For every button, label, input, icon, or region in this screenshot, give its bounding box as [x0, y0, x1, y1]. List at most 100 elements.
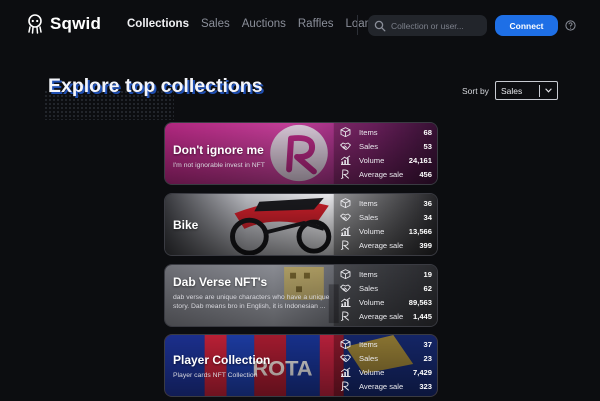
- stat-label: Average sale: [359, 169, 404, 179]
- card-text: Bike: [173, 218, 338, 232]
- stat-label: Items: [359, 198, 378, 208]
- stat-value: 13,566: [408, 226, 432, 236]
- stat-volume: Volume 89,563: [340, 295, 432, 309]
- card-title: Don't ignore me: [173, 143, 264, 157]
- stat-value: 62: [423, 283, 432, 293]
- collection-card[interactable]: Don't ignore me I'm not ignorable invest…: [164, 122, 438, 185]
- stat-value: 7,429: [412, 367, 432, 377]
- cube-icon: [340, 198, 351, 208]
- stat-value: 19: [423, 269, 432, 279]
- reef-icon: [340, 311, 351, 321]
- stat-sales: Sales 34: [340, 210, 432, 224]
- chevron-down-icon: [545, 88, 552, 93]
- stat-items: Items 37: [340, 337, 432, 351]
- sort-value: Sales: [501, 85, 523, 96]
- stat-sales: Sales 62: [340, 281, 432, 295]
- reef-icon: [340, 240, 351, 250]
- stat-value: 323: [419, 381, 432, 391]
- stat-value: 34: [423, 212, 432, 222]
- chart-icon: [340, 155, 351, 165]
- stat-volume: Volume 7,429: [340, 365, 432, 379]
- top-nav: Sqwid Collections Sales Auctions Raffles…: [0, 0, 600, 50]
- stat-label: Average sale: [359, 381, 404, 391]
- card-stats: Items 37 Sales 23 Volume 7,429 Average s…: [340, 337, 432, 393]
- card-text: Dab Verse NFT's dab verse are unique cha…: [173, 275, 338, 311]
- search-icon: [374, 20, 386, 31]
- card-stats: Items 68 Sales 53 Volume 24,161 Average …: [340, 125, 432, 181]
- nav-link-raffles[interactable]: Raffles: [298, 18, 334, 30]
- page-title: Explore top collections: [48, 75, 263, 97]
- brand-name: Sqwid: [50, 14, 102, 33]
- stat-value: 53: [423, 141, 432, 151]
- stat-label: Sales: [359, 353, 378, 363]
- stat-items: Items 36: [340, 196, 432, 210]
- brand[interactable]: Sqwid: [27, 14, 101, 34]
- card-stats: Items 36 Sales 34 Volume 13,566 Average …: [340, 196, 432, 252]
- handshake-icon: [340, 212, 351, 222]
- stat-average: Average sale 399: [340, 238, 432, 252]
- stat-value: 89,563: [408, 297, 432, 307]
- stat-volume: Volume 13,566: [340, 224, 432, 238]
- stat-value: 399: [419, 240, 432, 250]
- stat-label: Average sale: [359, 240, 404, 250]
- stat-label: Volume: [359, 367, 385, 377]
- card-text: Don't ignore me I'm not ignorable invest…: [173, 143, 338, 170]
- cube-icon: [340, 269, 351, 279]
- search-box[interactable]: [368, 15, 487, 36]
- stat-sales: Sales 53: [340, 139, 432, 153]
- nav-link-sales[interactable]: Sales: [201, 18, 230, 30]
- stat-label: Sales: [359, 212, 378, 222]
- handshake-icon: [340, 283, 351, 293]
- cube-icon: [340, 127, 351, 137]
- stat-label: Volume: [359, 155, 385, 165]
- collection-card[interactable]: Dab Verse NFT's dab verse are unique cha…: [164, 264, 438, 327]
- stat-value: 1,445: [412, 311, 432, 321]
- collection-card[interactable]: Bike Items 36 Sales 34 Volume 13,566 Ave…: [164, 193, 438, 256]
- stat-label: Items: [359, 269, 378, 279]
- stat-value: 456: [419, 169, 432, 179]
- connect-button[interactable]: Connect: [495, 15, 558, 36]
- sort-label: Sort by: [462, 86, 489, 96]
- stat-label: Sales: [359, 283, 378, 293]
- stat-value: 68: [423, 127, 432, 137]
- nav-divider: [357, 15, 358, 35]
- stat-label: Items: [359, 339, 378, 349]
- stat-average: Average sale 1,445: [340, 309, 432, 323]
- stat-label: Sales: [359, 141, 378, 151]
- stat-value: 24,161: [408, 155, 432, 165]
- help-icon[interactable]: [565, 20, 576, 31]
- squid-logo-icon: [28, 14, 42, 34]
- sort-separator: [539, 84, 540, 97]
- nav-links: Collections Sales Auctions Raffles Loans: [127, 18, 389, 30]
- stat-sales: Sales 23: [340, 351, 432, 365]
- card-description: Player cards NFT Collection: [173, 372, 258, 379]
- stat-average: Average sale 456: [340, 167, 432, 181]
- stat-average: Average sale 323: [340, 379, 432, 393]
- stat-value: 37: [423, 339, 432, 349]
- handshake-icon: [340, 353, 351, 363]
- sort-select[interactable]: Sales: [495, 81, 558, 100]
- handshake-icon: [340, 141, 351, 151]
- search-input[interactable]: [391, 20, 486, 31]
- chart-icon: [340, 367, 351, 377]
- cube-icon: [340, 339, 351, 349]
- card-description: I'm not ignorable invest in NFT: [173, 162, 265, 169]
- nav-link-auctions[interactable]: Auctions: [242, 18, 286, 30]
- card-title: Dab Verse NFT's: [173, 275, 268, 289]
- card-description: dab verse are unique characters who have…: [173, 294, 330, 310]
- stat-label: Volume: [359, 297, 385, 307]
- card-stats: Items 19 Sales 62 Volume 89,563 Average …: [340, 267, 432, 323]
- chart-icon: [340, 226, 351, 236]
- stat-volume: Volume 24,161: [340, 153, 432, 167]
- stat-items: Items 19: [340, 267, 432, 281]
- stat-value: 36: [423, 198, 432, 208]
- stat-label: Average sale: [359, 311, 404, 321]
- stat-items: Items 68: [340, 125, 432, 139]
- stat-value: 23: [423, 353, 432, 363]
- nav-link-collections[interactable]: Collections: [127, 18, 189, 30]
- card-text: Player Collection Player cards NFT Colle…: [173, 353, 338, 380]
- card-title: Bike: [173, 218, 199, 232]
- reef-icon: [340, 381, 351, 391]
- collection-card[interactable]: ROTA Player Collection Player cards NFT …: [164, 334, 438, 397]
- chart-icon: [340, 297, 351, 307]
